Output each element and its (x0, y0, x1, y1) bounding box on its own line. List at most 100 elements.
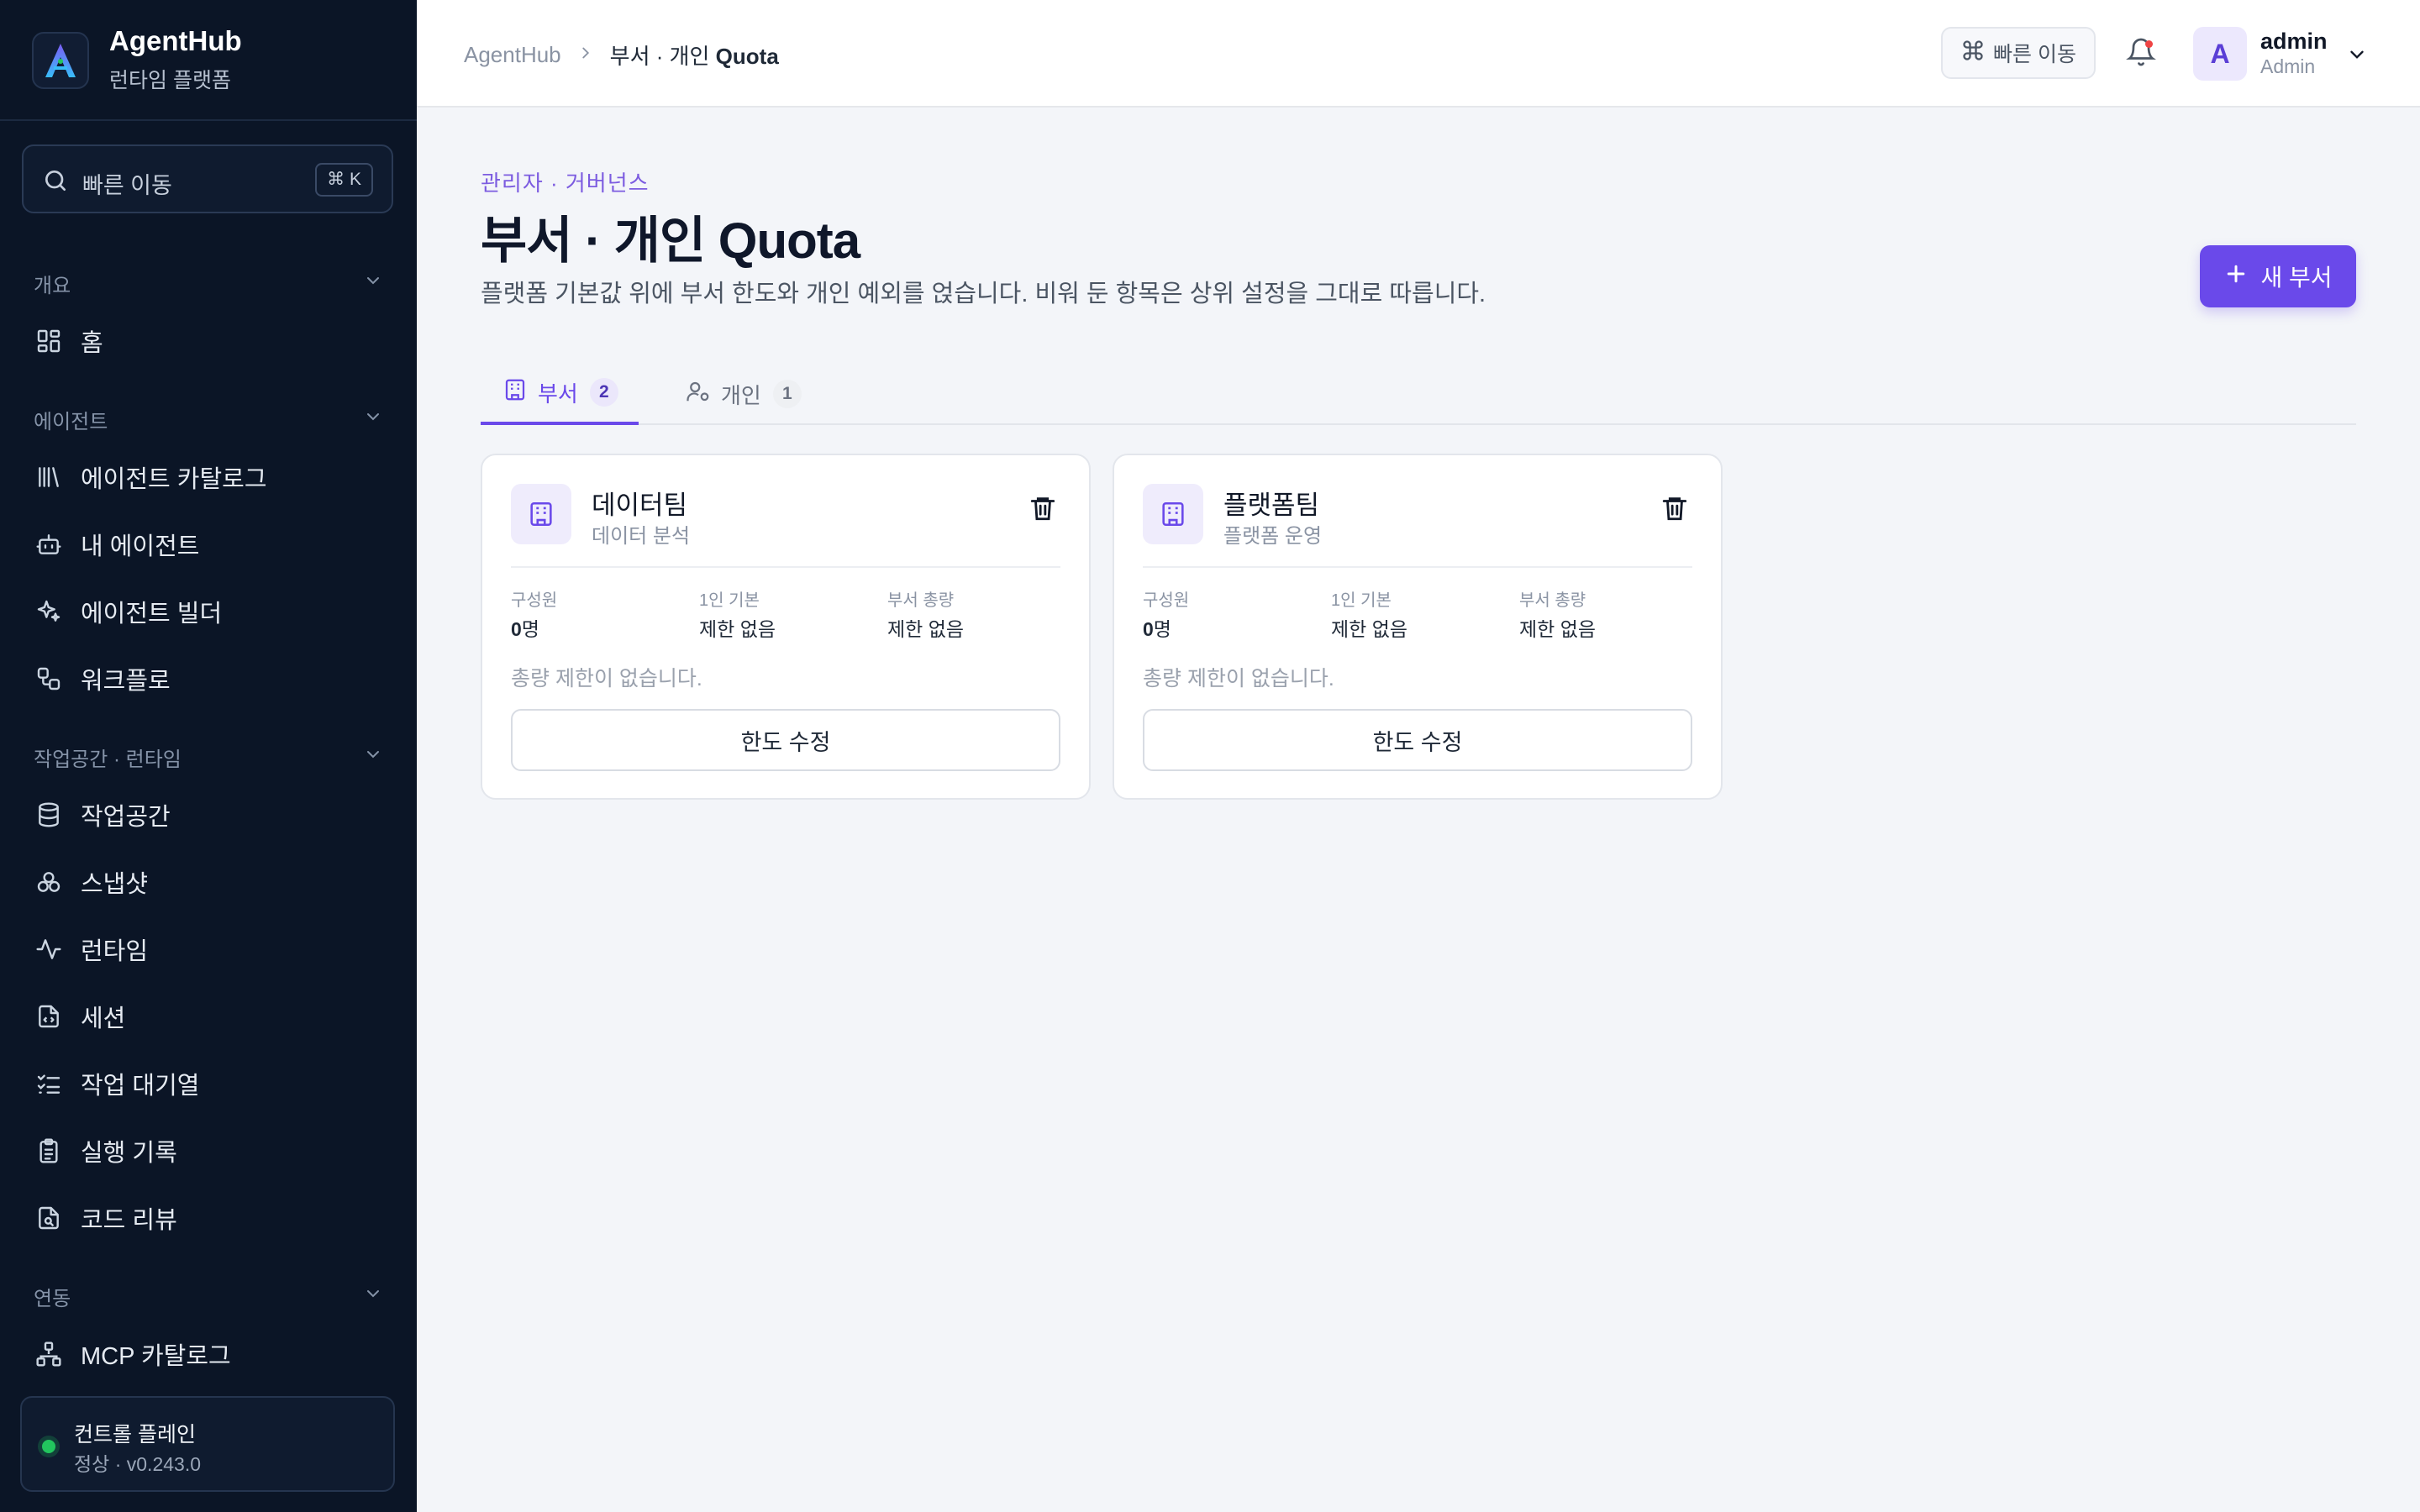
control-plane-status[interactable]: 컨트롤 플레인 정상 · v0.243.0 (20, 1396, 395, 1492)
stat-value-total: 제한 없음 (1519, 618, 1597, 640)
brand[interactable]: AgentHub 런타임 플랫폼 (0, 0, 417, 121)
agenthub-logo-icon (32, 32, 89, 89)
sidebar-item-label: 작업공간 (81, 804, 171, 831)
status-indicator-dot (42, 1440, 55, 1453)
building-icon (511, 484, 571, 544)
shortcut-badge: ⌘ K (315, 163, 373, 197)
page-title-prefix: 부서 · 개인 (481, 213, 718, 269)
divider (511, 566, 1060, 568)
clipboard-icon (34, 1136, 64, 1166)
stat-label-per-person: 1인 기본 (699, 591, 760, 610)
section-header-overview[interactable]: 개요 (34, 269, 383, 298)
avatar[interactable]: A (2193, 27, 2247, 81)
quota-note: 총량 제한이 없습니다. (511, 667, 702, 690)
status-title: 컨트롤 플레인 (74, 1423, 196, 1446)
sidebar-item-code-review[interactable]: 코드 리뷰 (34, 1193, 395, 1243)
members-number: 0 (511, 618, 522, 640)
members-unit: 명 (521, 618, 539, 640)
breadcrumb-current-strong: Quota (715, 44, 779, 69)
breadcrumb-root[interactable]: AgentHub (464, 42, 561, 68)
stat-value-per-person: 제한 없음 (699, 618, 776, 640)
tab-label: 개인 (721, 382, 761, 408)
stat-label-members: 구성원 (1143, 591, 1190, 610)
breadcrumb-current-prefix: 부서 · 개인 (609, 44, 716, 69)
section-header-integrations[interactable]: 연동 (34, 1282, 383, 1311)
topbar: AgentHub 부서 · 개인 Quota 빠른 이동 A admin Adm… (417, 0, 2420, 108)
plus-icon (2223, 261, 2249, 291)
sidebar-item-agent-builder[interactable]: 에이전트 빌더 (34, 586, 395, 637)
sidebar-item-label: 런타임 (81, 938, 149, 965)
sidebar-item-workflow[interactable]: 워크플로 (34, 654, 395, 704)
library-icon (34, 462, 64, 492)
building-icon (502, 377, 528, 408)
stat-label-total: 부서 총량 (1519, 591, 1586, 610)
search-icon (42, 167, 69, 198)
page-description: 플랫폼 기본값 위에 부서 한도와 개인 예외를 얹습니다. 비워 둔 항목은 … (481, 281, 1486, 307)
boxes-icon (34, 867, 64, 897)
sidebar-item-session[interactable]: 세션 (34, 991, 395, 1042)
tab-individual[interactable]: 개인 1 (667, 363, 802, 425)
sidebar-item-label: 워크플로 (81, 668, 171, 695)
user-name[interactable]: admin (2260, 29, 2328, 55)
stat-value-per-person: 제한 없음 (1331, 618, 1408, 640)
breadcrumb-current: 부서 · 개인 Quota (610, 39, 779, 71)
section-header-agents[interactable]: 에이전트 (34, 405, 383, 434)
quick-jump-label: 빠른 이동 (1993, 43, 2076, 66)
tab-bar: 부서 2 개인 1 (481, 363, 2356, 425)
activity-icon (34, 934, 64, 964)
sidebar-item-label: 홈 (81, 330, 103, 357)
stat-label-total: 부서 총량 (887, 591, 955, 610)
quick-search-button[interactable]: 빠른 이동 ⌘ K (22, 144, 393, 213)
tab-department[interactable]: 부서 2 (481, 363, 639, 425)
department-card: 데이터팀 데이터 분석 구성원 0명 1인 기본 제한 없음 부서 총량 제한 … (481, 454, 1091, 800)
stat-value-total: 제한 없음 (887, 618, 965, 640)
sidebar-item-label: 내 에이전트 (81, 533, 200, 560)
app-subtitle: 런타임 플랫폼 (109, 69, 231, 92)
sidebar-item-label: 스냅샷 (81, 871, 149, 898)
workflow-icon (34, 664, 64, 694)
members-number: 0 (1143, 618, 1154, 640)
sidebar-item-task-queue[interactable]: 작업 대기열 (34, 1058, 395, 1109)
chevron-down-icon (363, 407, 383, 433)
quick-jump-button[interactable]: 빠른 이동 (1941, 27, 2096, 79)
sidebar-item-label: MCP 카탈로그 (81, 1343, 231, 1370)
department-description: 플랫폼 운영 (1223, 525, 1323, 548)
stat-value-members: 0명 (511, 613, 539, 642)
sparkles-icon (34, 596, 64, 627)
section-title: 에이전트 (34, 411, 108, 433)
sidebar-item-label: 에이전트 카탈로그 (81, 466, 267, 493)
department-card: 플랫폼팀 플랫폼 운영 구성원 0명 1인 기본 제한 없음 부서 총량 제한 … (1113, 454, 1723, 800)
sidebar: AgentHub 런타임 플랫폼 빠른 이동 ⌘ K 개요 홈 에이전트 에이전… (0, 0, 417, 1512)
divider (1143, 566, 1692, 568)
edit-limit-button[interactable]: 한도 수정 (511, 709, 1060, 771)
sidebar-item-run-history[interactable]: 실행 기록 (34, 1126, 395, 1176)
section-header-workspace-runtime[interactable]: 작업공간 · 런타임 (34, 743, 383, 772)
chevron-down-icon (363, 1284, 383, 1310)
sidebar-item-agent-catalog[interactable]: 에이전트 카탈로그 (34, 452, 395, 502)
chevron-down-icon (363, 270, 383, 297)
members-unit: 명 (1153, 618, 1171, 640)
sidebar-item-label: 코드 리뷰 (81, 1207, 177, 1234)
sidebar-item-label: 실행 기록 (81, 1140, 177, 1167)
sidebar-item-snapshot[interactable]: 스냅샷 (34, 857, 395, 907)
edit-limit-button[interactable]: 한도 수정 (1143, 709, 1692, 771)
trash-icon[interactable] (1660, 494, 1689, 527)
chevron-down-icon[interactable] (2346, 44, 2368, 70)
sidebar-item-runtime[interactable]: 런타임 (34, 924, 395, 974)
sidebar-item-workspace[interactable]: 작업공간 (34, 790, 395, 840)
building-icon (1143, 484, 1203, 544)
user-cog-icon (686, 379, 711, 410)
page-title-strong: Quota (718, 213, 860, 269)
chevron-down-icon (363, 744, 383, 770)
department-name: 데이터팀 (592, 491, 688, 520)
database-icon (34, 800, 64, 830)
sidebar-item-home[interactable]: 홈 (34, 316, 395, 366)
stat-value-members: 0명 (1143, 613, 1171, 642)
new-department-button[interactable]: 새 부서 (2200, 245, 2356, 307)
list-checks-icon (34, 1068, 64, 1099)
notifications-button[interactable] (2121, 34, 2161, 74)
trash-icon[interactable] (1028, 494, 1057, 527)
sidebar-item-mcp-catalog[interactable]: MCP 카탈로그 (34, 1329, 395, 1379)
sidebar-item-my-agents[interactable]: 내 에이전트 (34, 519, 395, 570)
status-detail: 정상 · v0.243.0 (74, 1453, 201, 1475)
